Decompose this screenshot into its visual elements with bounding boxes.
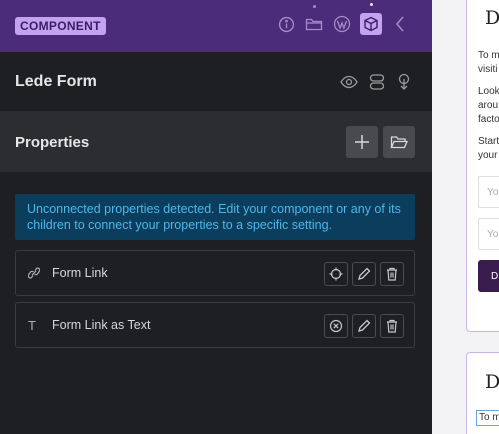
property-row-form-link[interactable]: Form Link [15, 250, 415, 296]
topbar-icons [276, 3, 410, 35]
add-property-button[interactable] [346, 126, 378, 158]
preview-heading: D [485, 7, 499, 29]
preview-text-line: arou [478, 100, 499, 111]
property-actions [324, 262, 404, 286]
property-actions [324, 314, 404, 338]
touch-icon[interactable] [396, 73, 412, 96]
preview-submit-button[interactable]: D [478, 260, 499, 292]
text-icon: T [28, 317, 36, 333]
component-title-bar: Lede Form [0, 52, 432, 112]
component-cube-icon[interactable] [360, 3, 382, 35]
preview-text-line: visiti [478, 64, 498, 75]
layers-icon[interactable] [368, 73, 386, 96]
component-badge: COMPONENT [15, 17, 106, 35]
close-circle-icon [329, 319, 343, 333]
plus-icon [355, 135, 369, 149]
preview-text-line: To m [478, 50, 499, 61]
property-row-form-link-as-text[interactable]: T Form Link as Text [15, 302, 415, 348]
preview-card[interactable]: D To m visiti Look arou facto Start your… [466, 0, 499, 332]
connect-property-button[interactable] [324, 262, 348, 286]
property-label: Form Link [52, 266, 108, 280]
properties-actions [346, 126, 415, 158]
preview-text-line: Start [478, 136, 499, 147]
pencil-icon [358, 267, 371, 280]
open-folder-button[interactable] [383, 126, 415, 158]
preview-text-line: Look [478, 86, 499, 97]
folder-icon[interactable] [304, 5, 324, 34]
info-icon[interactable] [276, 14, 296, 34]
preview-text-line: facto [478, 114, 499, 125]
trash-icon [387, 267, 397, 281]
edit-property-button[interactable] [352, 314, 376, 338]
component-panel: COMPONENT Lede Form Properties Unconnect… [0, 0, 432, 434]
chevron-left-icon[interactable] [390, 14, 410, 34]
component-title: Lede Form [15, 72, 97, 90]
delete-property-button[interactable] [380, 314, 404, 338]
unconnected-properties-notice: Unconnected properties detected. Edit yo… [15, 194, 415, 240]
preview-text-line: To m [476, 410, 499, 426]
disconnect-property-button[interactable] [324, 314, 348, 338]
edit-property-button[interactable] [352, 262, 376, 286]
delete-property-button[interactable] [380, 262, 404, 286]
property-label: Form Link as Text [52, 318, 151, 332]
properties-header: Properties [0, 112, 432, 172]
trash-icon [387, 319, 397, 333]
preview-input-field[interactable]: Yo [478, 176, 499, 208]
link-icon [28, 266, 42, 280]
page-preview: D To m visiti Look arou facto Start your… [432, 0, 499, 434]
preview-input-field[interactable]: Yo [478, 218, 499, 250]
indicator-dot [369, 3, 373, 6]
preview-card[interactable]: D To m [466, 352, 499, 434]
wordpress-icon[interactable] [332, 14, 352, 34]
panel-topbar: COMPONENT [0, 0, 432, 52]
preview-heading: D [485, 371, 499, 393]
pencil-icon [358, 319, 371, 332]
eye-icon[interactable] [340, 73, 358, 96]
preview-text-line: your [478, 150, 498, 161]
folder-open-icon [390, 136, 408, 149]
title-icons [340, 73, 412, 96]
crosshair-icon [329, 267, 343, 281]
properties-title: Properties [15, 133, 90, 151]
indicator-dot [312, 5, 316, 8]
